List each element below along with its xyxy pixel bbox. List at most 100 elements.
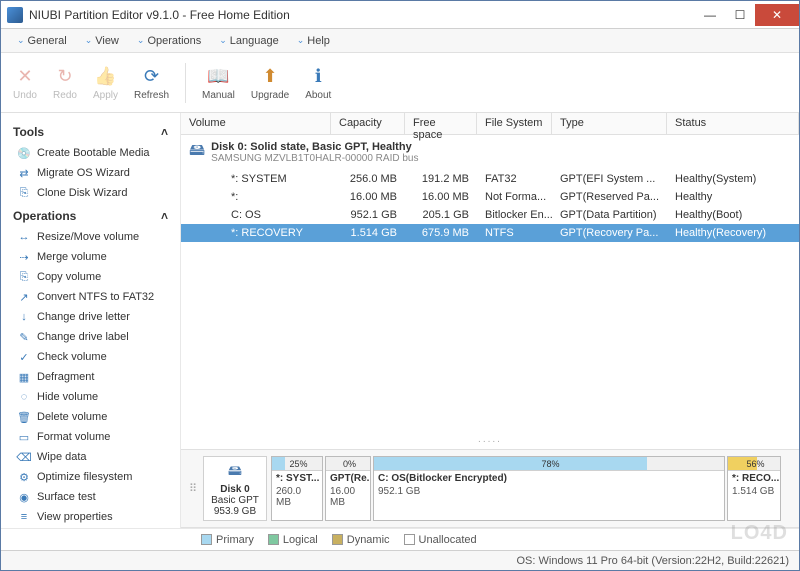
ops-item-9[interactable]: 🗑Delete volume: [13, 407, 168, 427]
drag-handle-icon[interactable]: ⠿: [189, 456, 199, 521]
redo-icon: ↻: [53, 64, 77, 88]
sidebar-item-icon: ↓: [17, 310, 31, 324]
menu-operations[interactable]: ⌄Operations: [129, 33, 209, 49]
diskmap-partition[interactable]: 78%C: OS(Bitlocker Encrypted)952.1 GB: [373, 456, 725, 521]
sidebar-pending-header[interactable]: Pending operations˄: [13, 527, 168, 528]
sidebar-item-icon: ✓: [17, 350, 31, 364]
ops-item-11[interactable]: ⌫Wipe data: [13, 447, 168, 467]
sidebar-item-icon: ⌫: [17, 450, 31, 464]
apply-icon: 👍: [94, 64, 118, 88]
minimize-button[interactable]: —: [695, 4, 725, 26]
col-fs[interactable]: File System: [477, 113, 552, 134]
chevron-down-icon: ⌄: [219, 35, 227, 46]
ops-item-4[interactable]: ↓Change drive letter: [13, 307, 168, 327]
chevron-down-icon: ⌄: [17, 35, 25, 46]
tools-item-1[interactable]: ⇄Migrate OS Wizard: [13, 163, 168, 183]
ops-item-10[interactable]: ▭Format volume: [13, 427, 168, 447]
redo-button: ↻Redo: [49, 62, 81, 103]
disk-summary[interactable]: 🖴 Disk 0 Basic GPT 953.9 GB: [203, 456, 267, 521]
about-button[interactable]: ℹAbout: [301, 62, 335, 103]
undo-icon: ✕: [13, 64, 37, 88]
refresh-button[interactable]: ⟳Refresh: [130, 62, 173, 103]
manual-button[interactable]: 📖Manual: [198, 62, 239, 103]
chevron-down-icon: ⌄: [297, 35, 305, 46]
about-icon: ℹ: [306, 64, 330, 88]
col-type[interactable]: Type: [552, 113, 667, 134]
ops-item-3[interactable]: ↗Convert NTFS to FAT32: [13, 287, 168, 307]
sidebar-item-icon: ⚙: [17, 470, 31, 484]
chevron-down-icon: ⌄: [137, 35, 145, 46]
sidebar-item-icon: ▭: [17, 430, 31, 444]
ops-item-13[interactable]: ◉Surface test: [13, 487, 168, 507]
sidebar-item-icon: ✎: [17, 330, 31, 344]
col-volume[interactable]: Volume: [181, 113, 331, 134]
diskmap-partition[interactable]: 0%GPT(Re...16.00 MB: [325, 456, 371, 521]
sidebar-item-icon: ⇢: [17, 250, 31, 264]
chevron-up-icon: ˄: [161, 209, 168, 223]
sidebar-ops-header[interactable]: Operations˄: [13, 203, 168, 227]
apply-button: 👍Apply: [89, 62, 122, 103]
partition-row[interactable]: *: SYSTEM256.0 MB191.2 MBFAT32GPT(EFI Sy…: [181, 170, 799, 188]
upgrade-icon: ⬆: [258, 64, 282, 88]
ops-item-12[interactable]: ⚙Optimize filesystem: [13, 467, 168, 487]
ops-item-8[interactable]: ◌Hide volume: [13, 387, 168, 407]
close-button[interactable]: ✕: [755, 4, 799, 26]
sidebar-item-icon: ◌: [17, 390, 31, 404]
diskmap-partition[interactable]: 56%*: RECO...1.514 GB: [727, 456, 781, 521]
splitter[interactable]: .....: [181, 414, 799, 449]
partition-row[interactable]: *: RECOVERY1.514 GB675.9 MBNTFSGPT(Recov…: [181, 224, 799, 242]
sidebar-item-icon: ◉: [17, 490, 31, 504]
content-area: Volume Capacity Free space File System T…: [181, 113, 799, 528]
upgrade-button[interactable]: ⬆Upgrade: [247, 62, 293, 103]
col-status[interactable]: Status: [667, 113, 799, 134]
partition-row[interactable]: *:16.00 MB16.00 MBNot Forma...GPT(Reserv…: [181, 188, 799, 206]
status-text: OS: Windows 11 Pro 64-bit (Version:22H2,…: [517, 555, 790, 567]
col-capacity[interactable]: Capacity: [331, 113, 405, 134]
menu-view[interactable]: ⌄View: [77, 33, 127, 49]
col-free[interactable]: Free space: [405, 113, 477, 134]
ops-item-7[interactable]: ▦Defragment: [13, 367, 168, 387]
sidebar-item-icon: ↔: [17, 230, 31, 244]
sidebar-item-icon: ↗: [17, 290, 31, 304]
sidebar-item-icon: ▦: [17, 370, 31, 384]
chevron-down-icon: ⌄: [85, 35, 93, 46]
menubar: ⌄General⌄View⌄Operations⌄Language⌄Help: [1, 29, 799, 53]
menu-language[interactable]: ⌄Language: [211, 33, 287, 49]
legend-item: Logical: [268, 534, 318, 546]
statusbar: OS: Windows 11 Pro 64-bit (Version:22H2,…: [1, 550, 799, 570]
disk-name: Disk 0: Solid state, Basic GPT, Healthy: [211, 141, 418, 153]
grid-header: Volume Capacity Free space File System T…: [181, 113, 799, 135]
disk-map: ⠿ 🖴 Disk 0 Basic GPT 953.9 GB 25%*: SYST…: [181, 449, 799, 528]
legend: PrimaryLogicalDynamicUnallocated: [1, 528, 799, 550]
sidebar-item-icon: ≡: [17, 510, 31, 524]
ops-item-2[interactable]: ⎘Copy volume: [13, 267, 168, 287]
partition-row[interactable]: C: OS952.1 GB205.1 GBBitlocker En...GPT(…: [181, 206, 799, 224]
sidebar-item-icon: 🗑: [17, 410, 31, 424]
maximize-button[interactable]: ☐: [725, 4, 755, 26]
ops-item-1[interactable]: ⇢Merge volume: [13, 247, 168, 267]
sidebar-tools-header[interactable]: Tools˄: [13, 119, 168, 143]
manual-icon: 📖: [206, 64, 230, 88]
toolbar: ✕Undo↻Redo👍Apply⟳Refresh📖Manual⬆Upgradeℹ…: [1, 53, 799, 113]
titlebar: NIUBI Partition Editor v9.1.0 - Free Hom…: [1, 1, 799, 29]
ops-item-14[interactable]: ≡View properties: [13, 507, 168, 527]
grid-body: 🖴 Disk 0: Solid state, Basic GPT, Health…: [181, 135, 799, 242]
menu-help[interactable]: ⌄Help: [289, 33, 338, 49]
legend-item: Dynamic: [332, 534, 390, 546]
diskmap-partition[interactable]: 25%*: SYST...260.0 MB: [271, 456, 323, 521]
tools-item-2[interactable]: ⎘Clone Disk Wizard: [13, 183, 168, 203]
app-icon: [7, 7, 23, 23]
ops-item-5[interactable]: ✎Change drive label: [13, 327, 168, 347]
tools-item-0[interactable]: 💿Create Bootable Media: [13, 143, 168, 163]
ops-item-0[interactable]: ↔Resize/Move volume: [13, 227, 168, 247]
legend-item: Unallocated: [404, 534, 477, 546]
refresh-icon: ⟳: [140, 64, 164, 88]
chevron-up-icon: ˄: [161, 125, 168, 139]
ops-item-6[interactable]: ✓Check volume: [13, 347, 168, 367]
disk-icon: 🖴: [189, 139, 205, 166]
menu-general[interactable]: ⌄General: [9, 33, 75, 49]
disk-icon: 🖴: [228, 460, 242, 484]
disk-row[interactable]: 🖴 Disk 0: Solid state, Basic GPT, Health…: [181, 135, 799, 170]
sidebar-item-icon: ⎘: [17, 270, 31, 284]
sidebar-item-icon: ⇄: [17, 166, 31, 180]
